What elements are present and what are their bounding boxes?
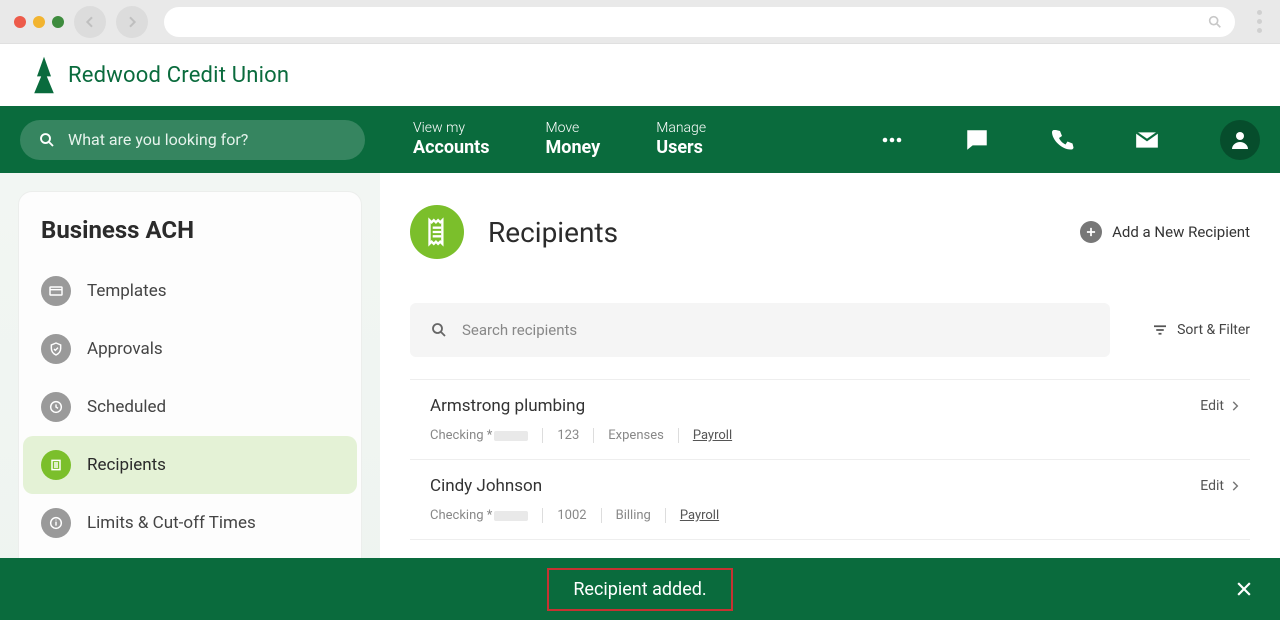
brand-name: Redwood Credit Union [68,63,289,88]
templates-icon [41,276,71,306]
minimize-window-icon[interactable] [33,16,45,28]
global-search-placeholder: What are you looking for? [68,130,248,149]
sidebar-title: Business ACH [41,216,357,244]
sidebar-item-limits[interactable]: Limits & Cut-off Times [23,494,357,552]
masked-account-number [494,431,528,441]
sort-filter-label: Sort & Filter [1177,322,1250,338]
recipient-category: Billing [602,508,666,523]
recipient-search-placeholder: Search recipients [462,321,577,339]
sidebar-item-label: Scheduled [87,397,166,417]
sidebar-item-scheduled[interactable]: Scheduled [23,378,357,436]
recipient-name: Armstrong plumbing [430,396,1200,416]
search-icon [1207,14,1223,30]
recipient-name: Cindy Johnson [430,476,1200,496]
plus-circle-icon [1080,221,1102,243]
nav-money[interactable]: Move Money [546,120,601,160]
recipient-tag-link[interactable]: Payroll [693,428,732,443]
address-bar[interactable] [164,7,1235,37]
sidebar-item-recipients[interactable]: Recipients [23,436,357,494]
sidebar-item-label: Recipients [87,455,166,475]
recipient-id: 1002 [543,508,601,523]
toast-close-button[interactable] [1234,579,1254,599]
recipient-account: Checking * [430,508,543,523]
browser-menu-button[interactable] [1257,10,1262,33]
back-button[interactable] [74,6,106,38]
chat-icon[interactable] [964,127,990,153]
primary-nav: What are you looking for? View my Accoun… [0,106,1280,173]
page-body: Business ACH Templates Approvals Schedul… [0,173,1280,620]
page-title: Recipients [488,216,1080,249]
nav-users[interactable]: Manage Users [656,120,706,160]
info-icon [41,508,71,538]
recipients-list: Armstrong plumbing Checking * 123 Expens… [410,379,1250,540]
recipient-account: Checking * [430,428,543,443]
more-icon[interactable] [880,128,904,152]
recipient-row[interactable]: Cindy Johnson Checking * 1002 Billing Pa… [410,460,1250,540]
mail-icon[interactable] [1134,127,1160,153]
window-controls[interactable] [14,16,64,28]
toast-message-box: Recipient added. [547,568,732,611]
approvals-icon [41,334,71,364]
search-icon [38,131,56,149]
recipients-icon [41,450,71,480]
close-window-icon[interactable] [14,16,26,28]
browser-chrome [0,0,1280,44]
global-search-input[interactable]: What are you looking for? [20,120,365,160]
recipient-tag-link[interactable]: Payroll [680,508,719,523]
recipient-category: Expenses [594,428,679,443]
sidebar-item-label: Limits & Cut-off Times [87,513,256,533]
filter-icon [1151,321,1169,339]
brand-logo-icon [30,55,58,95]
forward-button[interactable] [116,6,148,38]
page-icon-badge [410,205,464,259]
profile-button[interactable] [1220,120,1260,160]
recipient-row[interactable]: Armstrong plumbing Checking * 123 Expens… [410,380,1250,460]
edit-button[interactable]: Edit [1200,398,1242,414]
recipient-search-input[interactable]: Search recipients [410,303,1110,357]
add-recipient-button[interactable]: Add a New Recipient [1080,221,1250,243]
sidebar: Business ACH Templates Approvals Schedul… [0,173,380,620]
recipient-id: 123 [543,428,594,443]
sidebar-item-templates[interactable]: Templates [23,262,357,320]
user-icon [1228,128,1252,152]
sidebar-item-label: Approvals [87,339,163,359]
toast-notification: Recipient added. [0,558,1280,620]
receipt-icon [424,217,450,247]
masked-account-number [494,511,528,521]
main-content: Recipients Add a New Recipient Search re… [380,173,1280,620]
maximize-window-icon[interactable] [52,16,64,28]
clock-icon [41,392,71,422]
brand-header: Redwood Credit Union [0,44,1280,106]
toast-message: Recipient added. [573,579,706,600]
chevron-right-icon [1228,479,1242,493]
nav-accounts[interactable]: View my Accounts [413,120,490,160]
close-icon [1234,579,1254,599]
sidebar-item-approvals[interactable]: Approvals [23,320,357,378]
chevron-right-icon [1228,399,1242,413]
search-icon [430,321,448,339]
edit-button[interactable]: Edit [1200,478,1242,494]
sort-filter-button[interactable]: Sort & Filter [1151,321,1250,339]
phone-icon[interactable] [1050,128,1074,152]
add-recipient-label: Add a New Recipient [1112,223,1250,241]
sidebar-item-label: Templates [87,281,167,301]
